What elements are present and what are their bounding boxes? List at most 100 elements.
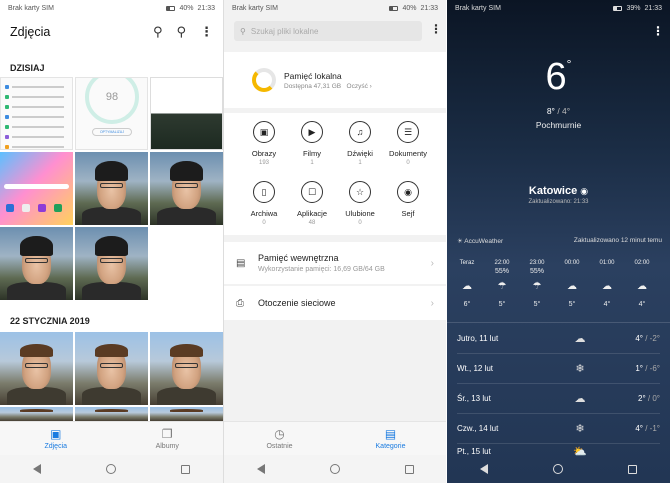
category-safe[interactable]: ◉ Sejf (384, 181, 432, 220)
photo-thumbnail[interactable] (0, 152, 73, 225)
hour-time: Teraz (459, 260, 475, 266)
clean-link[interactable]: Oczyść (347, 83, 368, 90)
status-bar: Brak karty SIM 40% 21:33 (0, 0, 223, 16)
internal-storage-row[interactable]: ▤ Pamięć wewnętrzna Wykorzystanie pamięc… (224, 242, 446, 284)
search-input[interactable]: ⚲ Szukaj pliki lokalne (234, 21, 422, 41)
category-name: Dźwięki (347, 149, 373, 158)
photo-thumbnail[interactable] (75, 227, 148, 300)
category-name: Ulubione (345, 209, 375, 218)
map-icon[interactable]: ⚲ (176, 24, 186, 40)
daily-row[interactable]: Śr., 13 lut ☁ 2° / 0° (457, 384, 660, 414)
recents-icon[interactable] (181, 464, 191, 474)
photo-thumbnail[interactable] (150, 332, 223, 405)
home-icon[interactable] (105, 464, 116, 474)
temp-high: 8° (546, 106, 555, 116)
battery-icon (389, 5, 399, 11)
battery-icon (166, 5, 176, 11)
photo-thumbnail[interactable] (150, 152, 223, 225)
tab-recent[interactable]: ◷ Ostatnie (224, 422, 335, 455)
section-label: DZISIAJ (10, 63, 45, 73)
page-title: Zdjęcia (10, 25, 51, 39)
tab-albums[interactable]: ❐ Albumy (112, 422, 224, 455)
condition: Pochmurnie (535, 120, 582, 130)
daily-row[interactable]: Jutro, 11 lut ☁ 4° / -2° (457, 324, 660, 354)
local-storage-card[interactable]: Pamięć lokalna Dostępna 47,31 GB Oczyść … (224, 52, 446, 108)
recents-icon[interactable] (404, 464, 414, 474)
internal-usage: Wykorzystanie pamięci: 16,69 GB/64 GB (258, 266, 385, 273)
category-count: 0 (358, 220, 362, 226)
photo-thumbnail[interactable] (0, 227, 73, 300)
snow-icon: ❄ (575, 423, 585, 435)
photo-thumbnail[interactable] (75, 407, 148, 421)
status-bar: Brak karty SIM 40% 21:33 (224, 0, 446, 16)
bottom-tab-bar: ◷ Ostatnie ▤ Kategorie (224, 421, 446, 455)
gallery-screen: Brak karty SIM 40% 21:33 Zdjęcia ⚲ ⚲ ⋮ D… (0, 0, 223, 483)
back-icon[interactable] (256, 464, 265, 474)
hour-time: 00:00 (564, 260, 580, 266)
storage-available: Dostępna 47,31 GB (284, 82, 342, 90)
category-audio[interactable]: ♫ Dźwięki 1 (336, 121, 384, 166)
photo-thumbnail[interactable] (150, 77, 223, 150)
tab-categories[interactable]: ▤ Kategorie (335, 422, 446, 455)
photo-thumbnail[interactable] (0, 407, 73, 421)
recents-icon[interactable] (628, 464, 638, 474)
hour-precip (453, 268, 481, 277)
photo-thumbnail[interactable]: 98 OPTYMALIZUJ (75, 77, 148, 150)
daily-row[interactable]: Czw., 14 lut ❄ 4° / -1° (457, 414, 660, 444)
cloud-icon: ☁ (574, 393, 586, 405)
cloud-icon: ☁ (637, 281, 647, 292)
day-high: 1° (635, 364, 643, 373)
search-icon[interactable]: ⚲ (153, 24, 163, 40)
home-icon[interactable] (329, 464, 340, 474)
category-documents[interactable]: ☰ Dokumenty 0 (384, 121, 432, 166)
hour-item: 01:00 ☁ 4° (593, 260, 621, 308)
archive-icon: ▯ (253, 181, 275, 203)
home-icon[interactable] (552, 464, 563, 474)
provider-name[interactable]: AccuWeather (464, 238, 503, 245)
current-temperature: 6° (447, 58, 670, 96)
accuweather-icon: ☀ (457, 238, 463, 245)
more-icon[interactable]: ⋮ (200, 24, 213, 40)
cloud-rain-icon: ☂ (532, 281, 542, 292)
chevron-right-icon: › (430, 297, 434, 309)
category-count: 1 (310, 160, 314, 166)
cloud-icon: ☁ (567, 281, 577, 292)
photo-thumbnail[interactable] (150, 407, 223, 421)
network-row[interactable]: ⎙ Otoczenie sieciowe › (224, 286, 446, 320)
hour-item: 22:00 55% ☂ 5° (488, 260, 516, 308)
search-placeholder: Szukaj pliki lokalne (250, 26, 319, 36)
photo-thumbnail[interactable] (75, 332, 148, 405)
location-pin-icon: ◉ (580, 186, 589, 196)
hour-temp: 5° (568, 301, 576, 308)
hour-item: Teraz ☁ 6° (453, 260, 481, 308)
clock-icon: ◷ (274, 426, 285, 441)
battery-level: 40% (402, 4, 417, 12)
tab-label: Zdjęcia (44, 442, 68, 450)
tab-photos[interactable]: ▣ Zdjęcia (0, 422, 112, 455)
category-apps[interactable]: ☐ Aplikacje 48 (288, 181, 336, 226)
category-archives[interactable]: ▯ Archiwa 0 (240, 181, 288, 226)
more-icon[interactable]: ⋮ (430, 22, 442, 36)
clock: 21:33 (197, 4, 215, 12)
back-icon[interactable] (32, 464, 41, 474)
category-images[interactable]: ▣ Obrazy 193 (240, 121, 288, 166)
back-icon[interactable] (479, 464, 488, 474)
storage-ring-icon (252, 68, 276, 92)
battery-level: 39% (626, 4, 641, 12)
category-name: Filmy (303, 149, 321, 158)
category-videos[interactable]: ▶ Filmy 1 (288, 121, 336, 166)
gauge-value: 98 (85, 78, 139, 124)
city-name[interactable]: Katowice ◉ (447, 185, 670, 197)
search-icon: ⚲ (240, 26, 246, 36)
category-name: Obrazy (251, 149, 277, 158)
more-icon[interactable]: ⋮ (652, 24, 664, 38)
system-nav-bar (224, 455, 446, 483)
degree-symbol: ° (566, 57, 572, 71)
star-icon: ☆ (349, 181, 371, 203)
category-favorites[interactable]: ☆ Ulubione 0 (336, 181, 384, 226)
day-name: Jutro, 11 lut (457, 334, 499, 343)
photo-thumbnail[interactable] (75, 152, 148, 225)
photo-thumbnail[interactable] (0, 332, 73, 405)
daily-row[interactable]: Wt., 12 lut ❄ 1° / -6° (457, 354, 660, 384)
photo-thumbnail[interactable] (0, 77, 73, 150)
